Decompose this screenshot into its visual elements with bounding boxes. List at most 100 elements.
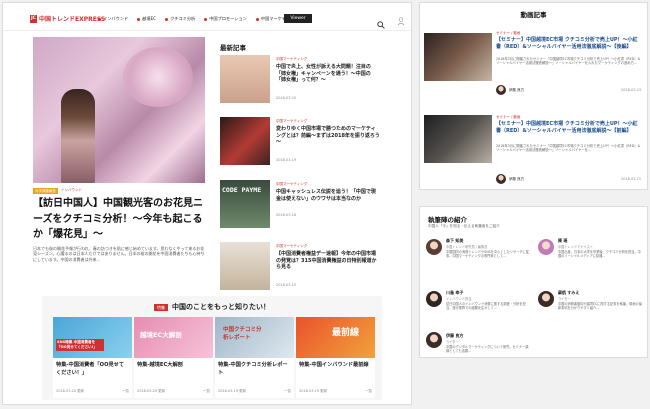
feature-tags: 月次調査報告 インバウンド [33,188,82,194]
writers-panel: 執筆陣の紹介 中国人「今」を知る・伝える執筆者をご紹介 森下 知美 中国トレンド… [419,206,648,358]
writers-heading: 執筆陣の紹介 [428,216,467,224]
logo-badge: JC [30,14,37,23]
recent-date: 2018.03.20 [276,96,297,100]
recent-title: 変わりゆく中国市場で勝つためのマーケティングとは？前編～まずは2018年を振り返… [276,126,380,145]
promo-image-text: SNS特集 中国消費者を「OO見せてください!」 [56,339,104,351]
recent-date: 2018.03.19 [276,158,297,162]
video-author[interactable]: 伊藤 良方 [509,88,524,93]
promo-title: 特集-中国インバウンド最前線 [299,362,369,368]
promo-badge: 特集 [154,303,168,311]
video-thumb [424,115,492,163]
nav-item-inbound[interactable]: インバウンド [98,16,128,22]
video-excerpt: 2018年3月に開催されたセミナー『中国越境EC市場クチコミ分析で売上UP！～小… [496,144,641,153]
nav-bullet-icon [204,17,208,21]
promo-more-link[interactable]: 一覧 [203,389,210,394]
nav-item-kuchikomi[interactable]: クチコミ分析 [165,16,195,22]
recent-tag: 中国マーケティング [276,182,308,186]
promo-image: 越境EC大解剖 [134,317,213,358]
promo-card[interactable]: 最前線 特集-中国インバウンド最前線 2018.03.19 更新 一覧 [296,317,375,398]
nav-bullet-icon [255,17,259,21]
nav-label: インバウンド [103,16,129,21]
recent-tag: 中国マーケティング [276,244,308,248]
video-author[interactable]: 伊藤 良方 [509,177,524,182]
recent-item[interactable]: 中国マーケティング 中国で炎上、女性が訴える大問題！注目の「姉女権」キャンペーン… [220,55,380,111]
recent-title: 中国で炎上、女性が訴える大問題！注目の「姉女権」キャンペーンを通う！～中国の「姉… [276,64,371,83]
nav-label: 中国プロモーション [209,16,247,21]
video-date: 2018.03.23 [621,88,642,92]
recent-heading: 最新記事 [220,44,246,52]
site-logo[interactable]: JC 中国トレンドEXPRESS [30,14,105,23]
writer-desc: 中国の消費者動向や越境ECに関する記事を執筆。現地の最新事情を分かりやすく紹介.… [558,302,642,311]
special-nav-button[interactable]: Viewer [284,14,312,23]
video-tag: セミナー / 動画 [496,115,521,119]
feature-image[interactable] [33,37,205,183]
recent-tag: 中国マーケティング [276,57,308,61]
recent-item[interactable]: CODE PAYME 中国マーケティング 中国キャッシュレス伝説を追う！「中国で… [220,180,380,236]
promo-more-link[interactable]: 一覧 [365,389,372,394]
nav-item-ec[interactable]: 越境EC [137,16,156,22]
writer-avatar [426,239,442,255]
writer-card[interactable]: 伊藤 良方 ライター 中国のデジタルマーケティングについて研究。セミナー講師とし… [424,329,532,357]
promo-header: 特集 中国のことをもっと知りたい！ [42,302,382,312]
feature-image-figure [61,89,95,183]
writer-avatar [538,239,554,255]
video-tag: セミナー / 動画 [496,31,521,35]
recent-item[interactable]: 中国マーケティング 【中国消費者権益デー速報】今年の中国市場の発覚は？315中国… [220,242,380,298]
writer-card[interactable]: 陳 瑶 中国トレンドアナリスト 中国出身。日本の大学を卒業後、クチコミ分析を担当… [536,233,644,277]
special-nav-label: Viewer [290,16,306,21]
promo-card[interactable]: 越境EC大解剖 特集-越境EC大解剖 2018.03.20 更新 一覧 [134,317,213,398]
writer-role: インバウンド担当 [446,297,472,301]
promo-card[interactable]: 中国クチコミ分析レポート 特集-中国クチコミ分析レポート 2018.03.19 … [215,317,294,398]
user-icon[interactable] [397,11,405,26]
promo-title: 特集-中国消費者「OO見せてください！」 [56,362,125,376]
writers-subheading: 中国人「今」を知る・伝える執筆者をご紹介 [428,224,500,228]
video-item[interactable]: セミナー / 動画 【セミナー】中国越境EC市場 クチコミ分析で売上UP！～小紅… [424,107,644,187]
video-panel: 動画記事 セミナー / 動画 【セミナー】中国越境EC市場 クチコミ分析で売上U… [419,2,648,190]
nav-item-promotion[interactable]: 中国プロモーション [204,16,247,22]
feature-tag[interactable]: 月次調査報告 [33,188,58,194]
promo-date: 2018.03.20 更新 [56,389,85,393]
promo-title: 特集-中国クチコミ分析レポート [218,362,288,376]
promo-image: 最前線 [296,317,375,358]
writer-card[interactable]: 蘇航 すみえ ライター 中国の消費者動向や越境ECに関する記事を執筆。現地の最新… [536,285,644,329]
promo-date: 2018.03.19 更新 [218,389,247,393]
writer-desc: 中国国内の消費トレンドやSNSを中心としたリサーチに従事。中国マーケティングの専… [446,250,529,259]
promo-card[interactable]: SNS特集 中国消費者を「OO見せてください!」 特集-中国消費者「OO見せてく… [53,317,132,398]
search-icon[interactable] [377,14,385,29]
writer-role: 中国トレンドアナリスト [558,245,593,249]
writer-role: ライター [446,340,459,344]
promo-image: 中国クチコミ分析レポート [215,317,294,358]
code-payment-sign: CODE PAYME [222,186,262,194]
writer-card[interactable]: 川島 幸子 インバウンド担当 訪日中国人のインバウンド消費に関する調査・分析を担… [424,285,532,329]
writer-desc: 中国のデジタルマーケティングについて研究。セミナー講師としても活躍... [446,345,529,353]
promo-date: 2018.03.19 更新 [299,389,328,393]
recent-title: 中国キャッシュレス伝説を追う！「中国で現金は使えない」のウワサは本当なのか [276,189,376,202]
writer-avatar [538,291,554,307]
recent-date: 2018.03.15 [276,283,297,287]
writer-desc: 中国出身。日本の大学を卒業後、クチコミ分析を担当。中国のソーシャルメディアに精通… [558,250,641,259]
recent-thumb [220,55,270,103]
writer-role: ライター [558,297,571,301]
feature-title[interactable]: 【訪日中国人】中国観光客のお花見ニーズをクチコミ分析！～今年も起こるか「爆花見」… [33,196,208,243]
promo-more-link[interactable]: 一覧 [284,389,291,394]
feature-excerpt: 日本でも桜の開花予報が行われ、春の訪づきを肌に感じ始めています。思わなくやって来… [33,246,205,262]
promo-more-link[interactable]: 一覧 [122,389,129,394]
writer-role: 中国トレンド研究員 / 編集長 [446,245,488,249]
recent-item[interactable]: 中国マーケティング 変わりゆく中国市場で勝つためのマーケティングとは？前編～まず… [220,117,380,173]
nav-bullet-icon [98,17,101,21]
promo-date: 2018.03.20 更新 [137,389,166,393]
promo-image-text: 中国クチコミ分析レポート [223,327,262,341]
writer-card[interactable]: 森下 知美 中国トレンド研究員 / 編集長 中国国内の消費トレンドやSNSを中心… [424,233,532,277]
nav-bullet-icon [137,17,141,21]
recent-thumb [220,242,270,290]
promo-image-text: 越境EC大解剖 [140,331,182,339]
promo-heading: 中国のことをもっと知りたい！ [172,303,270,311]
logo-text: 中国トレンドEXPRESS [38,16,106,23]
video-item[interactable]: セミナー / 動画 【セミナー】中国越境EC市場 クチコミ分析で売上UP！～小紅… [424,27,644,102]
feature-category[interactable]: インバウンド [61,188,82,194]
promo-section: 特集 中国のことをもっと知りたい！ SNS特集 中国消費者を「OO見せてください… [42,296,382,400]
video-excerpt: 2018年3月に開催されたセミナー『中国越境EC市場クチコミ分析で売上UP！～小… [496,57,641,66]
promo-image-text: 最前線 [332,328,360,338]
video-date: 2018.03.21 [621,177,642,181]
main-nav: インバウンド 越境EC クチコミ分析 中国プロモーション 中国マーケティング [98,16,298,22]
